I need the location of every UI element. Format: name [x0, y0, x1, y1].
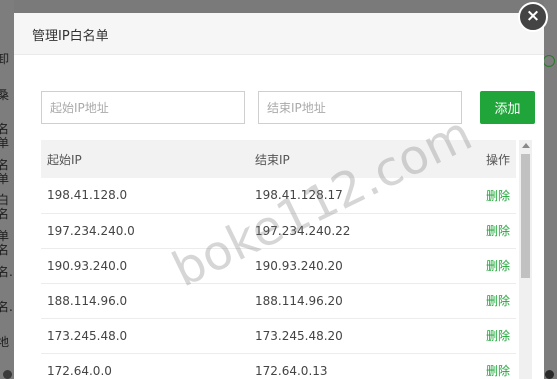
table-row: 197.234.240.0 197.234.240.22 删除 — [41, 213, 516, 248]
background-text: 名单 — [0, 158, 10, 186]
start-ip-cell: 172.64.0.0 — [47, 363, 112, 378]
action-cell: 删除 — [459, 353, 516, 379]
end-ip-cell: 172.64.0.13 — [255, 363, 328, 378]
table-row: 198.41.128.0 198.41.128.17 删除 — [41, 178, 516, 213]
background-page-right — [543, 0, 557, 379]
background-text: 桑 — [0, 88, 10, 102]
dialog-header: 管理IP白名单 — [14, 13, 544, 55]
dialog-title: 管理IP白名单 — [32, 29, 109, 44]
column-header-action: 操作 — [485, 152, 510, 167]
background-text: 地 — [0, 335, 10, 349]
background-text: 单名 — [0, 229, 10, 257]
end-ip-cell: 197.234.240.22 — [255, 223, 351, 238]
whitelist-table-container: 起始IP 结束IP 操作 198.41.128.0 198.41.128.17 … — [41, 140, 532, 379]
start-ip-cell: 173.245.48.0 — [47, 328, 128, 343]
background-toggle-icon — [3, 370, 12, 379]
background-text: 卸 — [0, 52, 10, 66]
background-page-left: 卸 桑 名单 名单 白名 单名 名. 名. 地 — [0, 0, 14, 379]
delete-link[interactable]: 删除 — [486, 329, 510, 343]
background-text: 名. — [0, 265, 13, 279]
background-toggle-icon — [545, 370, 554, 379]
scroll-up-arrow-icon[interactable] — [522, 143, 530, 148]
delete-link[interactable]: 删除 — [486, 224, 510, 238]
delete-link[interactable]: 删除 — [486, 189, 510, 203]
action-cell: 删除 — [459, 248, 516, 283]
delete-link[interactable]: 删除 — [486, 364, 510, 378]
table-scrollbar[interactable] — [519, 140, 532, 379]
start-ip-cell: 198.41.128.0 — [47, 188, 128, 203]
column-header-start-ip: 起始IP — [47, 152, 82, 167]
table-header-row: 起始IP 结束IP 操作 — [41, 140, 516, 178]
start-ip-cell: 188.114.96.0 — [47, 293, 128, 308]
background-text: 名单 — [0, 122, 10, 150]
whitelist-table: 起始IP 结束IP 操作 198.41.128.0 198.41.128.17 … — [41, 140, 516, 379]
start-ip-cell: 197.234.240.0 — [47, 223, 135, 238]
table-row: 188.114.96.0 188.114.96.20 删除 — [41, 283, 516, 318]
end-ip-input[interactable] — [258, 91, 462, 124]
close-icon[interactable]: × — [518, 2, 548, 32]
action-cell: 删除 — [459, 178, 516, 213]
background-text: 名. — [0, 300, 13, 314]
ip-whitelist-dialog: 管理IP白名单 添加 起始IP 结束IP 操作 198.41.128.0 198… — [14, 13, 544, 379]
start-ip-input[interactable] — [41, 91, 245, 124]
add-button[interactable]: 添加 — [480, 91, 535, 124]
scroll-thumb[interactable] — [521, 154, 530, 278]
column-header-end-ip: 结束IP — [255, 152, 290, 167]
delete-link[interactable]: 删除 — [486, 259, 510, 273]
end-ip-cell: 198.41.128.17 — [255, 188, 343, 203]
action-cell: 删除 — [459, 283, 516, 318]
action-cell: 删除 — [459, 318, 516, 353]
delete-link[interactable]: 删除 — [486, 294, 510, 308]
end-ip-cell: 173.245.48.20 — [255, 328, 343, 343]
table-row: 172.64.0.0 172.64.0.13 删除 — [41, 353, 516, 379]
table-row: 173.245.48.0 173.245.48.20 删除 — [41, 318, 516, 353]
background-text: 白名 — [0, 193, 10, 221]
action-cell: 删除 — [459, 213, 516, 248]
start-ip-cell: 190.93.240.0 — [47, 258, 128, 273]
end-ip-cell: 190.93.240.20 — [255, 258, 343, 273]
table-row: 190.93.240.0 190.93.240.20 删除 — [41, 248, 516, 283]
end-ip-cell: 188.114.96.20 — [255, 293, 343, 308]
background-status-icon — [543, 55, 555, 67]
